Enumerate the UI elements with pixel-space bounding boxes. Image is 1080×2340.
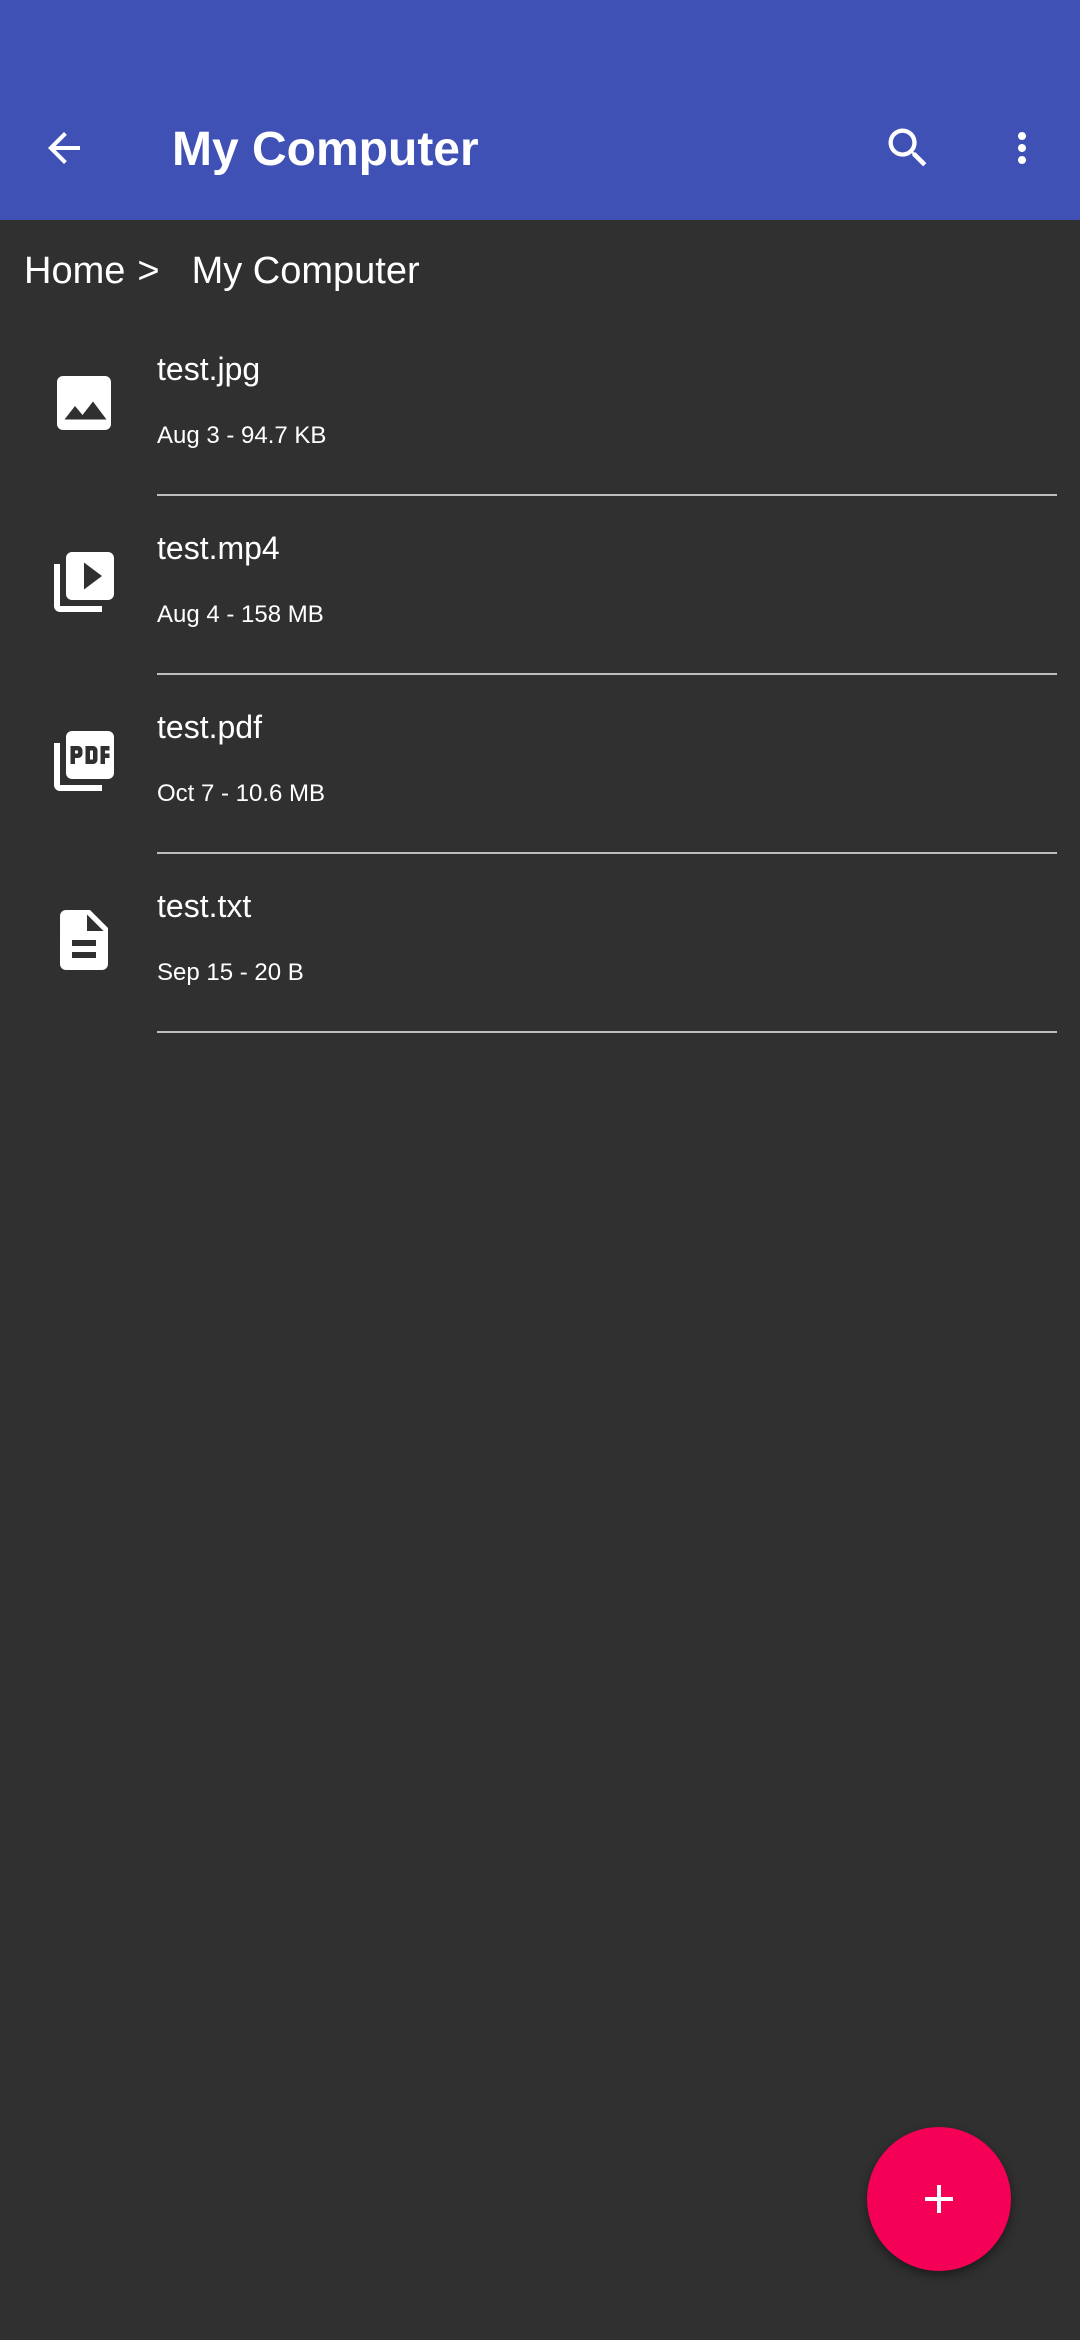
page-title: My Computer: [172, 123, 479, 176]
add-button[interactable]: [867, 2127, 1011, 2271]
file-name: test.pdf: [157, 709, 262, 745]
breadcrumb-home[interactable]: Home: [24, 250, 125, 293]
arrow-back-icon: [48, 132, 80, 164]
document-icon: [44, 900, 124, 980]
file-row[interactable]: test.mp4 Aug 4 - 158 MB: [0, 496, 1080, 675]
more-vert-icon: [1018, 132, 1026, 164]
file-row[interactable]: test.jpg Aug 3 - 94.7 KB: [0, 317, 1080, 496]
breadcrumb-current[interactable]: My Computer: [192, 250, 420, 293]
file-name: test.jpg: [157, 351, 261, 387]
file-name: test.mp4: [157, 530, 280, 566]
file-row[interactable]: test.pdf Oct 7 - 10.6 MB: [0, 675, 1080, 854]
search-icon: [888, 128, 927, 167]
status-bar: [0, 0, 1080, 84]
back-button[interactable]: [24, 108, 104, 188]
breadcrumb-separator: >: [137, 249, 160, 292]
video-library-icon: [44, 542, 124, 622]
image-icon: [44, 363, 124, 443]
file-meta: Aug 4 - 158 MB: [157, 601, 324, 628]
more-options-button[interactable]: [982, 108, 1062, 188]
app-bar: My Computer: [0, 84, 1080, 220]
divider: [157, 1031, 1057, 1033]
search-button[interactable]: [868, 108, 948, 188]
file-row[interactable]: test.txt Sep 15 - 20 B: [0, 854, 1080, 1033]
breadcrumb: Home > My Computer: [24, 245, 420, 297]
file-name: test.txt: [157, 888, 252, 924]
add-icon: [925, 2185, 953, 2213]
file-list: test.jpg Aug 3 - 94.7 KB test.mp4 Aug 4 …: [0, 317, 1080, 1033]
file-meta: Oct 7 - 10.6 MB: [157, 780, 326, 807]
file-meta: Sep 15 - 20 B: [157, 959, 304, 986]
file-meta: Aug 3 - 94.7 KB: [157, 422, 327, 449]
pdf-icon: [44, 721, 124, 801]
